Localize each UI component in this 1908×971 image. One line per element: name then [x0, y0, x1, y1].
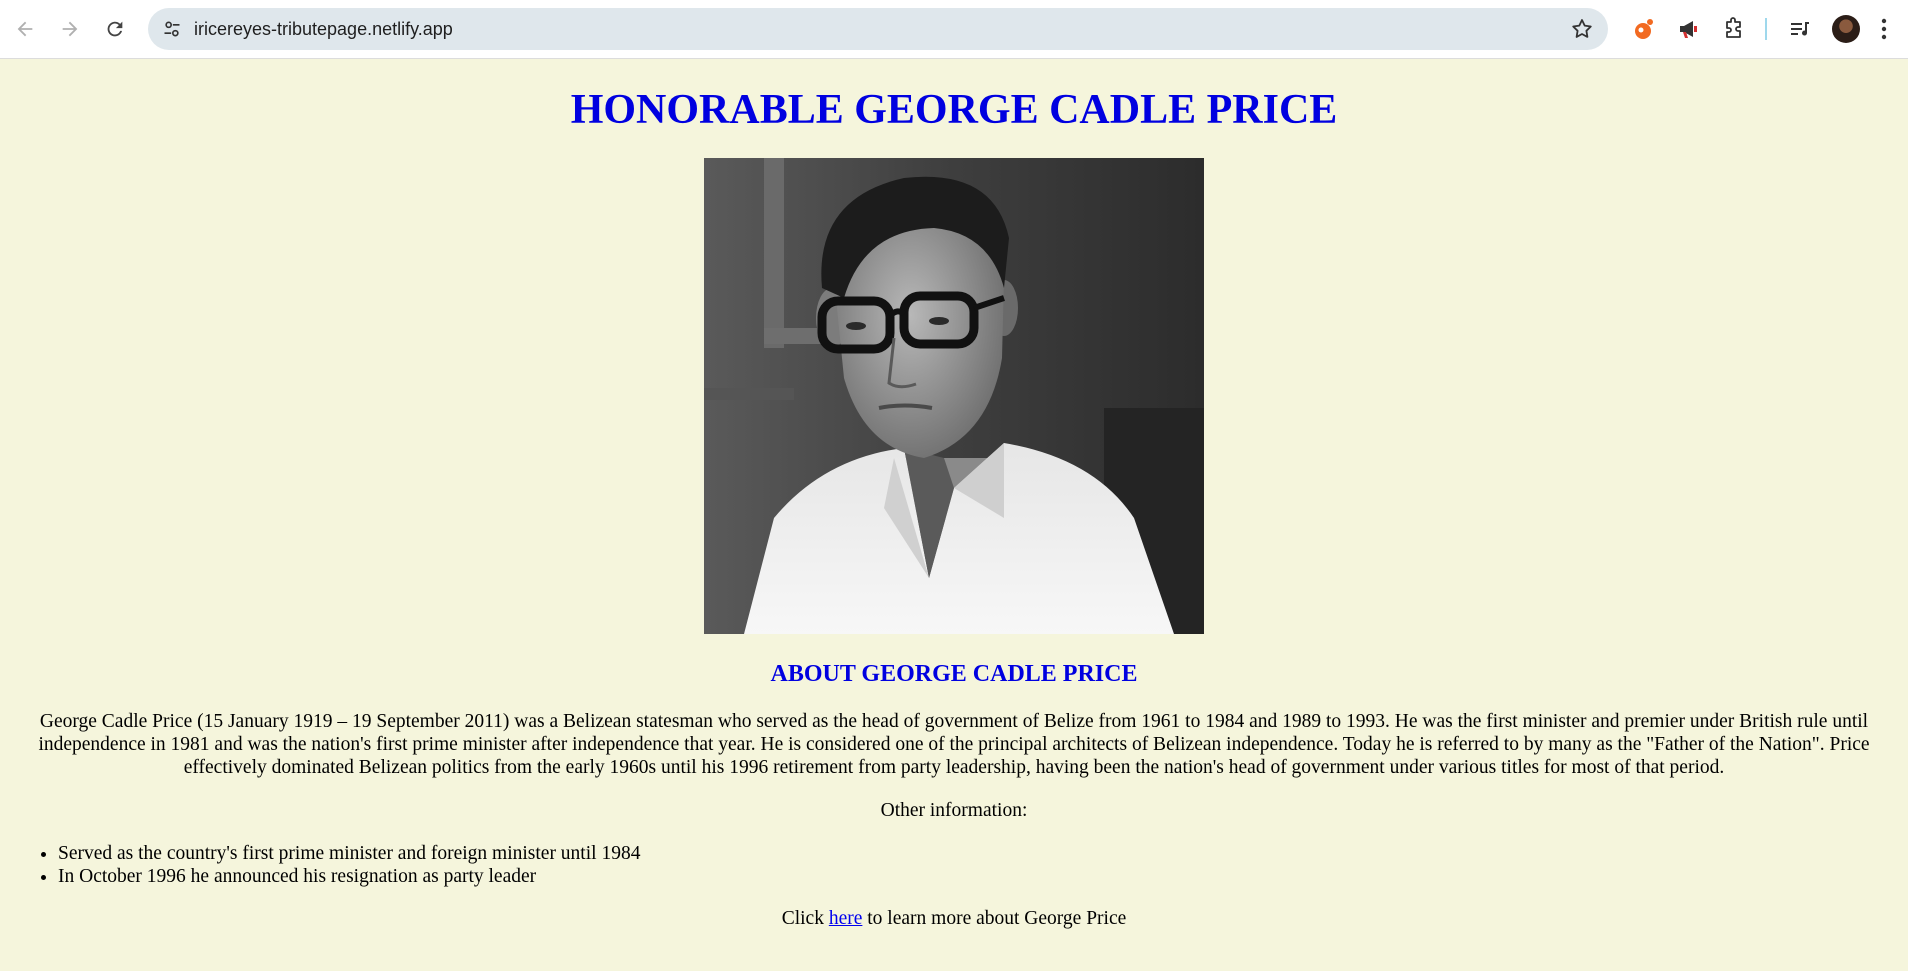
kebab-menu-icon: [1881, 18, 1887, 40]
extensions-button[interactable]: [1718, 13, 1750, 45]
puzzle-icon: [1726, 17, 1741, 38]
reload-button[interactable]: [97, 11, 133, 47]
media-queue-button[interactable]: [1784, 13, 1816, 45]
megaphone-extension-button[interactable]: [1673, 13, 1705, 45]
avatar[interactable]: [1832, 15, 1860, 43]
bio-paragraph: George Cadle Price (15 January 1919 – 19…: [38, 711, 1870, 778]
star-icon[interactable]: [1570, 17, 1594, 41]
page-title: HONORABLE GEORGE CADLE PRICE: [570, 87, 1338, 133]
orange-extension-button[interactable]: [1628, 13, 1660, 45]
media-queue-icon: [1791, 22, 1809, 36]
url-text[interactable]: iricereyes-tributepage.netlify.app: [194, 19, 453, 40]
forward-button[interactable]: [52, 11, 88, 47]
about-heading: ABOUT GEORGE CADLE PRICE: [770, 661, 1138, 687]
megaphone-icon: [1680, 21, 1697, 38]
menu-button[interactable]: [1874, 13, 1894, 45]
portrait-image: [704, 158, 1204, 634]
list-item: Served as the country's first prime mini…: [58, 842, 1908, 865]
back-button[interactable]: [7, 11, 43, 47]
learn-more-suffix: to learn more about George Price: [862, 908, 1127, 929]
tune-icon: [164, 21, 180, 37]
reload-icon: [107, 21, 123, 37]
learn-more-line: Click here to learn more about George Pr…: [0, 907, 1908, 930]
browser-toolbar: iricereyes-tributepage.netlify.app: [0, 0, 1908, 59]
facts-list: Served as the country's first prime mini…: [0, 842, 1908, 888]
arrow-right-icon: [62, 21, 78, 37]
other-information-label: Other information:: [880, 800, 1028, 821]
address-bar[interactable]: iricereyes-tributepage.netlify.app: [148, 8, 1608, 50]
site-info-button[interactable]: [156, 13, 188, 45]
arrow-left-icon: [17, 21, 33, 37]
list-item: In October 1996 he announced his resigna…: [58, 865, 1908, 888]
tribute-page: HONORABLE GEORGE CADLE PRICE ABOUT GEORG…: [0, 59, 1908, 930]
learn-more-prefix: Click: [781, 908, 829, 929]
toolbar-divider: [1765, 18, 1767, 40]
portrait-container: [0, 158, 1908, 634]
orange-extension-icon: [1635, 19, 1653, 39]
learn-more-link[interactable]: here: [829, 908, 863, 929]
